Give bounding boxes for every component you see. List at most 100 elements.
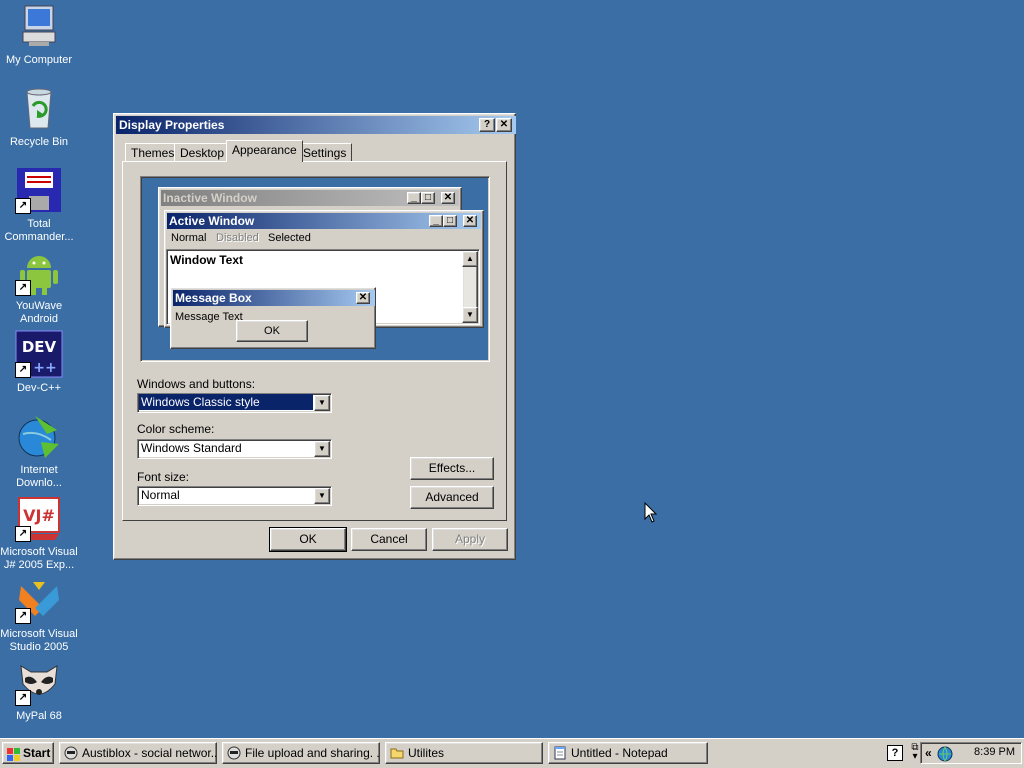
desktop-icon-label: YouWave Android [15,300,63,325]
desktop-icon-mypal[interactable]: ↗ MyPal 68 [0,658,78,723]
desktop-icon-recycle-bin[interactable]: Recycle Bin [0,84,78,149]
svg-text:DEV: DEV [22,338,57,356]
preview-message-text: Message Text [175,311,243,323]
preview-inactive-close-icon: ✕ [441,192,455,204]
taskbar-item-file-upload[interactable]: File upload and sharing. ... [222,742,380,764]
shortcut-arrow-icon: ↗ [15,608,31,624]
advanced-button[interactable]: Advanced [410,486,494,509]
chevron-down-icon[interactable]: ▼ [314,488,330,504]
preview-menu-normal: Normal [171,232,207,244]
mouse-cursor-icon [644,501,658,527]
visual-studio-icon: ↗ [15,576,63,624]
browser-raccoon-icon [227,746,241,760]
desktop-icon-label: Microsoft Visual Studio 2005 [0,628,78,653]
taskbar-item-label: Utilites [408,746,445,760]
font-size-value: Normal [141,488,180,502]
preview-active-minimize-icon: _ [429,215,443,227]
taskbar-item-label: File upload and sharing. ... [245,746,380,760]
effects-button[interactable]: Effects... [410,457,494,480]
notepad-icon [553,746,567,760]
floppy-disk-icon: ↗ [15,166,63,214]
windows-buttons-select[interactable]: Windows Classic style ▼ [137,393,332,413]
start-label: Start [23,746,51,760]
color-scheme-label: Color scheme: [137,422,215,436]
preview-message-box-close-icon: ✕ [356,292,370,304]
desktop-icon-visual-studio[interactable]: ↗ Microsoft Visual Studio 2005 [0,576,78,654]
clock[interactable]: 8:39 PM [974,746,1015,758]
dialog-title-bar[interactable]: Display Properties [116,116,516,134]
globe-download-icon [15,412,63,460]
preview-message-box-title: Message Box [173,290,375,306]
desktop-icon-label: MyPal 68 [16,710,62,722]
dialog-title: Display Properties [119,118,225,132]
my-computer-icon [15,2,63,50]
shortcut-arrow-icon: ↗ [15,362,31,378]
shortcut-arrow-icon: ↗ [15,526,31,542]
preview-window-text: Window Text [170,253,243,267]
shortcut-arrow-icon: ↗ [15,690,31,706]
apply-button[interactable]: Apply [432,528,508,551]
scroll-up-arrow-icon: ▲ [462,251,478,267]
ok-button[interactable]: OK [269,527,347,552]
font-size-label: Font size: [137,470,190,484]
chevron-down-icon[interactable]: ▼ [314,395,330,411]
folder-icon [390,746,404,760]
windows-buttons-value: Windows Classic style [139,394,313,410]
cancel-button[interactable]: Cancel [351,528,427,551]
preview-menu-disabled: Disabled [216,232,259,244]
svg-text:++: ++ [33,360,56,376]
preview-ok-button: OK [236,320,308,342]
desktop-icon-internet-download[interactable]: Internet Downlo... [0,412,78,490]
desktop-icon-my-computer[interactable]: My Computer [0,2,78,67]
taskbar: Start Austiblox - social networ... File … [0,738,1024,768]
help-button[interactable]: ? [479,118,495,132]
windows-buttons-label: Windows and buttons: [137,377,256,391]
desktop-icon-visual-jsharp[interactable]: VJ# ↗ Microsoft Visual J# 2005 Exp... [0,494,78,572]
taskbar-item-utilites[interactable]: Utilites [385,742,543,764]
taskbar-item-austiblox[interactable]: Austiblox - social networ... [59,742,217,764]
shortcut-arrow-icon: ↗ [15,198,31,214]
desktop-icon-label: Microsoft Visual J# 2005 Exp... [0,546,78,571]
tab-desktop[interactable]: Desktop [174,143,231,161]
raccoon-icon: ↗ [15,658,63,706]
desktop-icon-dev-cpp[interactable]: DEV ++ ↗ Dev-C++ [0,330,78,395]
color-scheme-value: Windows Standard [141,441,242,455]
font-size-select[interactable]: Normal ▼ [137,486,332,506]
color-scheme-select[interactable]: Windows Standard ▼ [137,439,332,459]
recycle-bin-icon [15,84,63,132]
preview-active-title-text: Active Window [169,214,255,228]
scroll-down-arrow-icon: ▼ [462,307,478,323]
preview-inactive-title-text: Inactive Window [163,191,257,205]
desktop-icon-label: Total Commander... [4,218,74,243]
preview-menu-selected: Selected [268,232,311,244]
svg-text:VJ#: VJ# [23,506,55,525]
dev-cpp-icon: DEV ++ ↗ [15,330,63,378]
browser-raccoon-icon [64,746,78,760]
tab-themes[interactable]: Themes [125,143,181,161]
preview-inactive-minimize-icon: _ [407,192,421,204]
start-button[interactable]: Start [2,742,54,764]
tab-settings[interactable]: Settings [297,143,353,161]
android-icon: ↗ [15,248,63,296]
system-tray: « 8:39 PM [920,742,1022,764]
taskbar-item-notepad[interactable]: Untitled - Notepad [548,742,708,764]
taskbar-item-label: Austiblox - social networ... [82,746,217,760]
preview-active-close-icon: ✕ [463,215,477,227]
preview-active-maximize-icon: □ [443,215,457,227]
desktop-icon-total-commander[interactable]: ↗ Total Commander... [0,166,78,244]
preview-inactive-maximize-icon: □ [421,192,435,204]
desktop-icon-label: Recycle Bin [9,136,69,148]
desktop-icon-label: Dev-C++ [16,382,62,394]
help-icon[interactable]: ? [887,745,903,761]
chevron-down-icon[interactable]: ▼ [314,441,330,457]
shortcut-arrow-icon: ↗ [15,280,31,296]
tray-expand-icon[interactable]: « [925,746,932,760]
desktop-icon-youwave[interactable]: ↗ YouWave Android [0,248,78,326]
desktop-icon-label: Internet Downlo... [16,464,62,489]
network-globe-icon[interactable] [937,746,953,765]
close-button[interactable]: ✕ [496,118,512,132]
visual-jsharp-icon: VJ# ↗ [15,494,63,542]
tab-appearance[interactable]: Appearance [226,140,303,162]
taskbar-item-label: Untitled - Notepad [571,746,668,760]
preview-message-box-title-text: Message Box [175,291,252,305]
